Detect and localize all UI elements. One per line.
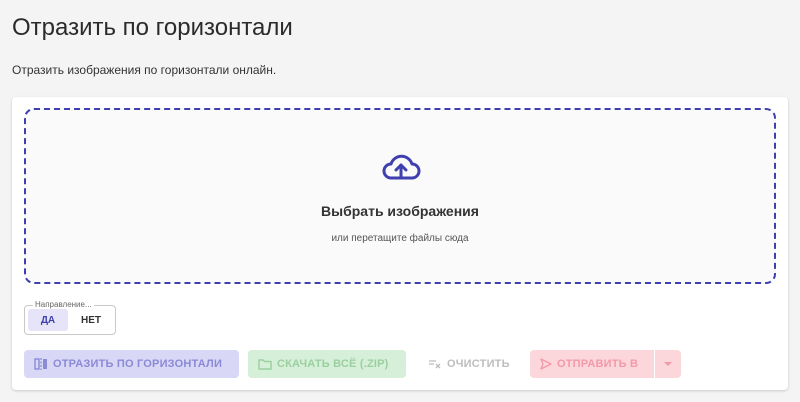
send-icon (540, 358, 552, 370)
flip-horizontal-label: ОТРАЗИТЬ ПО ГОРИЗОНТАЛИ (53, 358, 223, 370)
tool-card: Выбрать изображения или перетащите файлы… (12, 97, 788, 390)
send-to-button[interactable]: ОТПРАВИТЬ В (530, 350, 654, 378)
clear-all-icon (429, 360, 441, 369)
download-all-zip-button[interactable]: СКАЧАТЬ ВСЁ (.ZIP) (248, 350, 406, 378)
caret-down-icon (664, 362, 672, 366)
flip-horizontal-button[interactable]: ОТРАЗИТЬ ПО ГОРИЗОНТАЛИ (24, 350, 239, 378)
download-all-label: СКАЧАТЬ ВСЁ (.ZIP) (277, 358, 389, 370)
direction-toggle-group: Направление... ДА НЕТ (24, 300, 116, 335)
send-to-label: ОТПРАВИТЬ В (557, 358, 639, 370)
dropzone-title: Выбрать изображения (321, 203, 479, 219)
direction-no-toggle[interactable]: НЕТ (69, 309, 113, 331)
direction-yes-toggle[interactable]: ДА (28, 309, 68, 331)
folder-icon (258, 359, 272, 370)
dropzone-hint: или перетащите файлы сюда (331, 233, 469, 244)
clear-button[interactable]: ОЧИСТИТЬ (418, 350, 518, 378)
page-title: Отразить по горизонтали (12, 14, 293, 41)
flip-horizontal-icon (34, 358, 47, 370)
cloud-upload-icon (382, 154, 421, 180)
send-to-dropdown-button[interactable] (655, 350, 681, 378)
page-subtitle: Отразить изображения по горизонтали онла… (12, 63, 277, 77)
image-dropzone[interactable]: Выбрать изображения или перетащите файлы… (24, 108, 776, 284)
clear-label: ОЧИСТИТЬ (447, 358, 510, 370)
